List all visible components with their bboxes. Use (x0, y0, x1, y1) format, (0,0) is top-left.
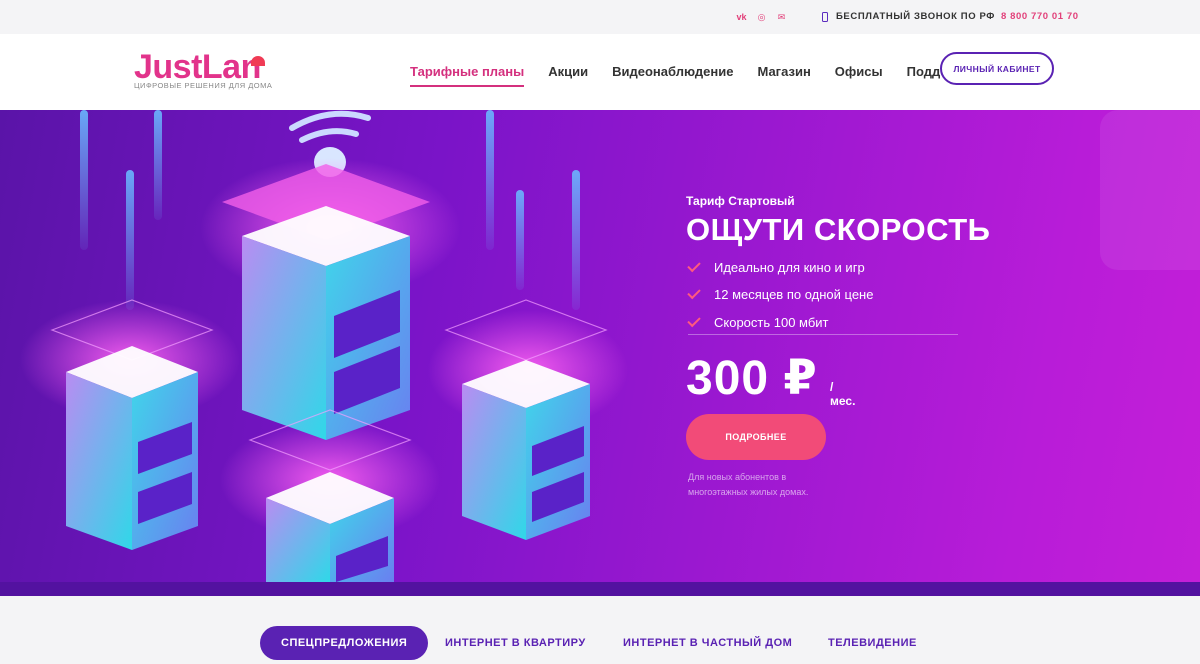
feature-item: 12 месяцев по одной цене (687, 285, 874, 302)
tab-apartment-internet[interactable]: ИНТЕРНЕТ В КВАРТИРУ (445, 626, 586, 660)
tab-television[interactable]: ТЕЛЕВИДЕНИЕ (828, 626, 917, 660)
phone-number[interactable]: 8 800 770 01 70 (1001, 11, 1079, 22)
tab-private-house-internet[interactable]: ИНТЕРНЕТ В ЧАСТНЫЙ ДОМ (623, 626, 792, 660)
free-call-label: БЕСПЛАТНЫЙ ЗВОНОК ПО РФ (836, 11, 995, 22)
logo-mark-icon (251, 56, 265, 66)
feature-item: Скорость 100 мбит (687, 313, 829, 330)
feature-item: Идеально для кино и игр (687, 258, 865, 275)
nav-tariffs[interactable]: Тарифные планы (410, 64, 525, 87)
logo-text: JustLan (134, 48, 261, 86)
vk-icon[interactable]: vk (736, 12, 747, 22)
social-links: vk ◎ ✉ (736, 12, 787, 22)
main-nav: Тарифные планы Акции Видеонаблюдение Маг… (410, 64, 978, 87)
divider (688, 334, 958, 335)
more-button[interactable]: ПОДРОБНЕЕ (686, 414, 826, 460)
check-icon (687, 313, 701, 328)
offer-note: Для новых абонентов в многоэтажных жилых… (688, 472, 809, 497)
mail-icon[interactable]: ✉ (776, 12, 787, 22)
hero-headline: ОЩУТИ СКОРОСТЬ (686, 212, 991, 247)
check-icon (687, 285, 701, 300)
price-period: /мес. (830, 380, 856, 408)
feature-text: 12 месяцев по одной цене (714, 287, 874, 302)
decorative-panel (1100, 110, 1200, 270)
top-bar: vk ◎ ✉ БЕСПЛАТНЫЙ ЗВОНОК ПО РФ 8 800 770… (0, 0, 1200, 34)
nav-shop[interactable]: Магазин (757, 64, 810, 87)
nav-video-surveillance[interactable]: Видеонаблюдение (612, 64, 733, 87)
price: 300 ₽ (686, 352, 818, 405)
instagram-icon[interactable]: ◎ (756, 12, 767, 22)
tariff-name: Тариф Стартовый (686, 194, 795, 208)
feature-text: Идеально для кино и игр (714, 260, 865, 275)
category-tabs (0, 596, 1200, 664)
logo[interactable]: JustLan ЦИФРОВЫЕ РЕШЕНИЯ ДЛЯ ДОМА (134, 50, 272, 90)
tab-special-offers[interactable]: СПЕЦПРЕДЛОЖЕНИЯ (260, 626, 429, 660)
check-icon (687, 258, 701, 273)
phone-icon (822, 11, 828, 22)
nav-offices[interactable]: Офисы (835, 64, 883, 87)
hero-banner: Тариф Стартовый ОЩУТИ СКОРОСТЬ Идеально … (0, 110, 1200, 582)
logo-tagline: ЦИФРОВЫЕ РЕШЕНИЯ ДЛЯ ДОМА (134, 81, 273, 90)
nav-promotions[interactable]: Акции (548, 64, 588, 87)
feature-text: Скорость 100 мбит (714, 315, 829, 330)
hero-bottom-strip (0, 582, 1200, 596)
servers-illustration (20, 110, 628, 582)
personal-cabinet-button[interactable]: ЛИЧНЫЙ КАБИНЕТ (940, 52, 1054, 85)
free-call: БЕСПЛАТНЫЙ ЗВОНОК ПО РФ 8 800 770 01 70 (822, 11, 1079, 22)
